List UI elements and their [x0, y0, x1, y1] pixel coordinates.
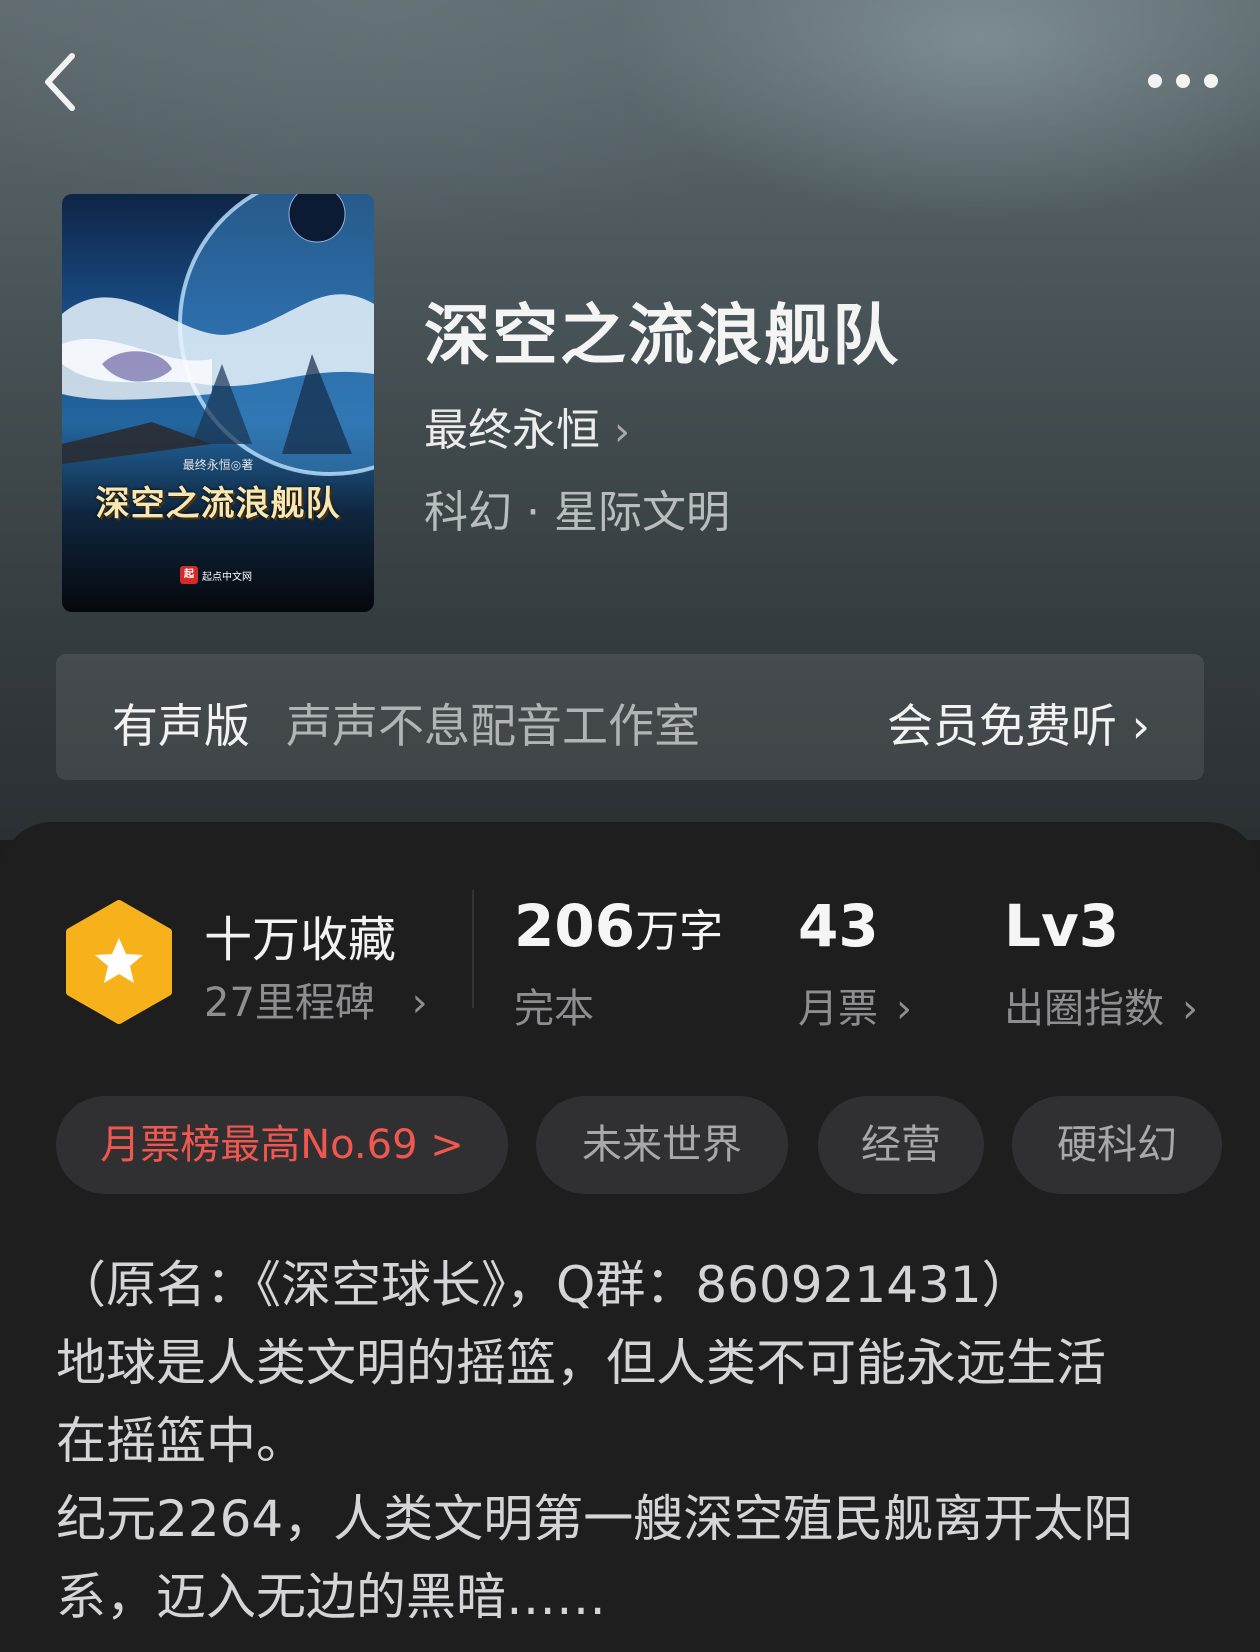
tag-ranking[interactable]: 月票榜最高No.69 > — [56, 1096, 508, 1194]
book-cover[interactable]: 最终永恒◎著 深空之流浪舰队 起 起点中文网 — [62, 194, 374, 612]
author-name: 最终永恒 — [424, 405, 600, 456]
audio-action-label: 会员免费听 — [886, 699, 1117, 753]
chevron-right-icon: › — [1131, 699, 1150, 753]
tag-management[interactable]: 经营 — [818, 1096, 984, 1194]
cover-title: 深空之流浪舰队 — [95, 484, 341, 524]
more-dots-icon[interactable] — [1140, 66, 1230, 96]
chevron-right-icon: › — [896, 986, 912, 1032]
audio-action[interactable]: 会员免费听 › — [887, 690, 1150, 756]
tag-hard-scifi[interactable]: 硬科幻 — [1012, 1096, 1222, 1194]
description-line: （原名：《深空球长》，Q群：860921431） — [56, 1256, 1032, 1314]
description-line: 系，迈入无边的黑暗…… — [56, 1568, 606, 1626]
divider — [472, 890, 474, 1008]
word-count: 206万字 — [514, 892, 723, 960]
chevron-right-icon: › — [1182, 986, 1198, 1032]
cover-author: 最终永恒◎著 — [182, 458, 254, 472]
chevron-right-icon: › — [411, 980, 428, 1026]
collection-title[interactable]: 十万收藏 — [204, 900, 396, 970]
milestones-link[interactable]: 27里程碑 › — [204, 970, 428, 1028]
influence-index-label: 出圈指数 — [1004, 986, 1164, 1032]
milestones-count: 27里程碑 — [204, 980, 375, 1026]
tag-future-world[interactable]: 未来世界 — [536, 1096, 788, 1194]
influence-index-value: Lv3 — [1004, 892, 1120, 960]
audio-label: 有声版 — [112, 699, 250, 753]
monthly-votes-value: 43 — [798, 892, 879, 960]
description-line: 在摇篮中。 — [56, 1412, 306, 1470]
back-chevron-left-icon[interactable] — [40, 50, 80, 114]
cover-publisher: 起 起点中文网 — [180, 566, 252, 584]
word-count-unit: 万字 — [635, 906, 724, 957]
influence-index-link[interactable]: 出圈指数 › — [1004, 976, 1198, 1034]
cover-art — [62, 194, 374, 476]
monthly-votes-label: 月票 — [798, 986, 878, 1032]
word-count-value: 206 — [514, 892, 636, 960]
monthly-votes-link[interactable]: 月票 › — [798, 976, 912, 1034]
completion-status: 完本 — [514, 986, 594, 1032]
star-badge-icon — [66, 900, 172, 1024]
description-line: 地球是人类文明的摇篮，但人类不可能永远生活 — [56, 1334, 1106, 1392]
publisher-logo: 起 — [180, 566, 198, 584]
publisher-name: 起点中文网 — [202, 571, 252, 583]
description-line: 纪元2264，人类文明第一艘深空殖民舰离开太阳 — [56, 1490, 1134, 1548]
author-link[interactable]: 最终永恒 › — [424, 394, 630, 458]
book-genre: 科幻 · 星际文明 — [424, 487, 730, 538]
book-title: 深空之流浪舰队 — [424, 296, 900, 374]
audio-studio: 声声不息配音工作室 — [286, 699, 700, 753]
chevron-right-icon: › — [614, 409, 630, 455]
book-description[interactable]: （原名：《深空球长》，Q群：860921431） 地球是人类文明的摇篮，但人类不… — [56, 1246, 1206, 1636]
audio-version-banner[interactable]: 有声版 声声不息配音工作室 会员免费听 › — [56, 654, 1204, 780]
